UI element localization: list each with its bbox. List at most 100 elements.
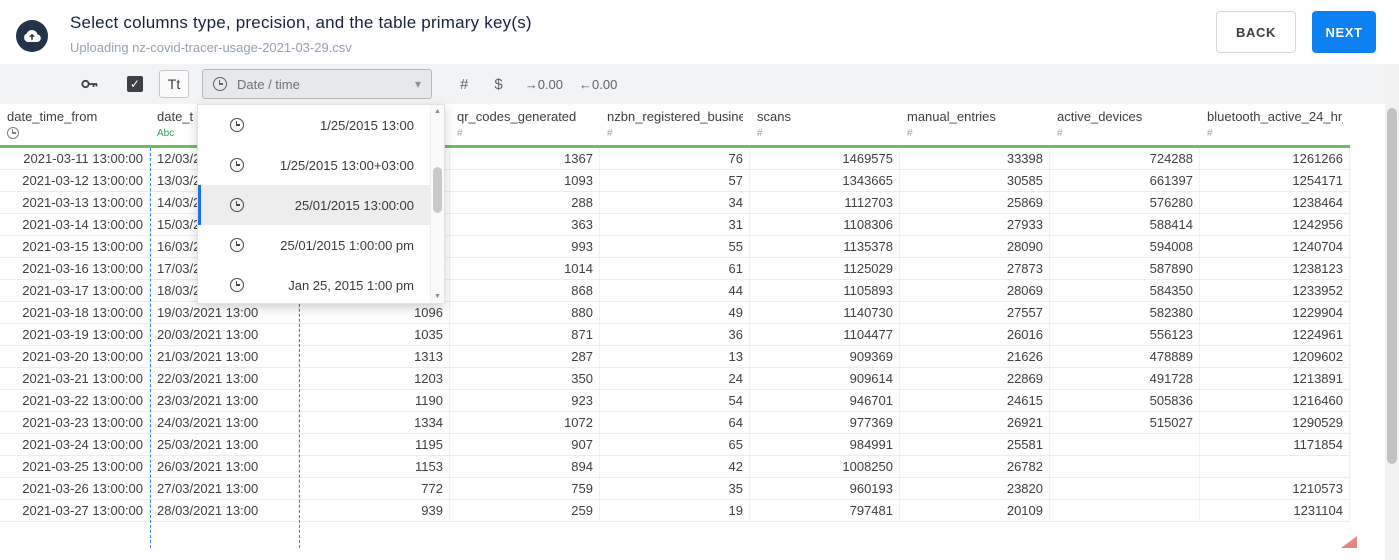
type-quality-bar: [450, 145, 600, 148]
text-type-button[interactable]: Tt: [159, 70, 189, 98]
table-cell: 1096: [299, 302, 450, 323]
main-vertical-scrollbar[interactable]: [1385, 64, 1399, 560]
number-type-icon: #: [457, 128, 463, 139]
table-cell: 25/03/2021 13:00: [150, 434, 299, 455]
table-row: 2021-03-22 13:00:00 23/03/2021 13:00 1190 9…: [0, 390, 1350, 412]
currency-type-button[interactable]: $: [494, 76, 502, 93]
table-cell: 1135378: [750, 236, 900, 257]
column-name: scans: [757, 109, 791, 124]
table-cell: 984991: [750, 434, 900, 455]
dropdown-scrollbar-thumb[interactable]: [433, 167, 442, 213]
column-header[interactable]: scans #: [750, 104, 900, 148]
table-cell: 724288: [1050, 148, 1200, 169]
table-cell: 1014: [450, 258, 600, 279]
table-cell: 1290529: [1200, 412, 1350, 433]
date-format-option[interactable]: 1/25/2015 13:00+03:00: [198, 145, 444, 185]
table-cell: 1140730: [750, 302, 900, 323]
include-column-checkbox[interactable]: ✓: [127, 76, 143, 92]
table-cell: 594008: [1050, 236, 1200, 257]
column-name: manual_entries: [907, 109, 996, 124]
table-cell: [1050, 434, 1200, 455]
date-format-label: Jan 25, 2015 1:00 pm: [288, 277, 414, 293]
upload-file-subtitle: Uploading nz-covid-tracer-usage-2021-03-…: [70, 40, 352, 55]
column-type-select[interactable]: Date / time ▾: [202, 69, 432, 99]
table-cell: 21/03/2021 13:00: [150, 346, 299, 367]
table-cell: 350: [450, 368, 600, 389]
table-cell: 1216460: [1200, 390, 1350, 411]
date-format-option[interactable]: 1/25/2015 13:00: [198, 105, 444, 145]
table-cell: 1108306: [750, 214, 900, 235]
table-cell: 19/03/2021 13:00: [150, 302, 299, 323]
column-header[interactable]: active_devices #: [1050, 104, 1200, 148]
scroll-up-icon[interactable]: ▲: [431, 108, 444, 115]
table-cell: [1050, 500, 1200, 521]
number-type-button[interactable]: #: [460, 76, 468, 93]
next-button[interactable]: NEXT: [1312, 11, 1376, 53]
table-cell: 363: [450, 214, 600, 235]
table-row: 2021-03-27 13:00:00 28/03/2021 13:00 939 25…: [0, 500, 1350, 522]
table-row: 2021-03-24 13:00:00 25/03/2021 13:00 1195 9…: [0, 434, 1350, 456]
table-cell: 960193: [750, 478, 900, 499]
table-cell: 939: [299, 500, 450, 521]
table-cell: [1050, 478, 1200, 499]
table-cell: 772: [299, 478, 450, 499]
column-header[interactable]: nzbn_registered_busine #: [600, 104, 750, 148]
date-format-option[interactable]: 25/01/2015 13:00:00: [198, 185, 444, 225]
table-row: 2021-03-19 13:00:00 20/03/2021 13:00 1035 8…: [0, 324, 1350, 346]
table-cell: 27/03/2021 13:00: [150, 478, 299, 499]
table-cell: 30585: [900, 170, 1050, 191]
table-row: 2021-03-21 13:00:00 22/03/2021 13:00 1203 3…: [0, 368, 1350, 390]
table-cell: 1093: [450, 170, 600, 191]
table-cell: 288: [450, 192, 600, 213]
table-cell: 1343665: [750, 170, 900, 191]
clock-icon: [213, 77, 227, 91]
table-cell: 977369: [750, 412, 900, 433]
back-button[interactable]: BACK: [1216, 11, 1296, 53]
table-cell: 2021-03-16 13:00:00: [0, 258, 150, 279]
table-cell: 2021-03-14 13:00:00: [0, 214, 150, 235]
table-cell: 1261266: [1200, 148, 1350, 169]
table-cell: 868: [450, 280, 600, 301]
date-format-option[interactable]: 25/01/2015 1:00:00 pm: [198, 225, 444, 265]
table-cell: 19: [600, 500, 750, 521]
table-cell: 907: [450, 434, 600, 455]
table-cell: 2021-03-20 13:00:00: [0, 346, 150, 367]
table-cell: 22869: [900, 368, 1050, 389]
table-cell: 576280: [1050, 192, 1200, 213]
table-cell: 923: [450, 390, 600, 411]
type-quality-bar: [900, 145, 1050, 148]
date-format-option[interactable]: Jan 25, 2015 1:00 pm: [198, 265, 444, 305]
table-cell: 61: [600, 258, 750, 279]
table-cell: 54: [600, 390, 750, 411]
table-cell: 505836: [1050, 390, 1200, 411]
primary-key-icon[interactable]: [80, 74, 100, 94]
dropdown-scrollbar[interactable]: ▲ ▼: [430, 105, 444, 303]
table-cell: 42: [600, 456, 750, 477]
table-cell: 23820: [900, 478, 1050, 499]
table-cell: 909369: [750, 346, 900, 367]
chevron-down-icon: ▾: [414, 77, 421, 91]
scroll-down-icon[interactable]: ▼: [431, 293, 444, 300]
table-row: 2021-03-26 13:00:00 27/03/2021 13:00 772 75…: [0, 478, 1350, 500]
main-scrollbar-thumb[interactable]: [1387, 108, 1397, 464]
increase-decimals-button[interactable]: →0.00: [525, 77, 563, 92]
date-format-dropdown: 1/25/2015 13:00 1/25/2015 13:00+03:00 25/0…: [197, 104, 445, 304]
table-cell: 26921: [900, 412, 1050, 433]
column-header[interactable]: qr_codes_generated #: [450, 104, 600, 148]
decrease-decimals-button[interactable]: ←0.00: [579, 77, 617, 92]
column-header[interactable]: bluetooth_active_24_hr_ #: [1200, 104, 1350, 148]
table-cell: 13: [600, 346, 750, 367]
table-cell: 1035: [299, 324, 450, 345]
column-header[interactable]: date_time_from: [0, 104, 150, 148]
number-type-icon: #: [907, 128, 913, 139]
table-row: 2021-03-25 13:00:00 26/03/2021 13:00 1153 8…: [0, 456, 1350, 478]
column-header[interactable]: manual_entries #: [900, 104, 1050, 148]
table-cell: 993: [450, 236, 600, 257]
table-cell: 759: [450, 478, 600, 499]
clock-icon: [230, 278, 244, 292]
table-cell: 909614: [750, 368, 900, 389]
table-cell: 946701: [750, 390, 900, 411]
date-format-list: 1/25/2015 13:00 1/25/2015 13:00+03:00 25/0…: [198, 105, 444, 305]
table-row: 2021-03-20 13:00:00 21/03/2021 13:00 1313 2…: [0, 346, 1350, 368]
clock-icon: [230, 158, 244, 172]
